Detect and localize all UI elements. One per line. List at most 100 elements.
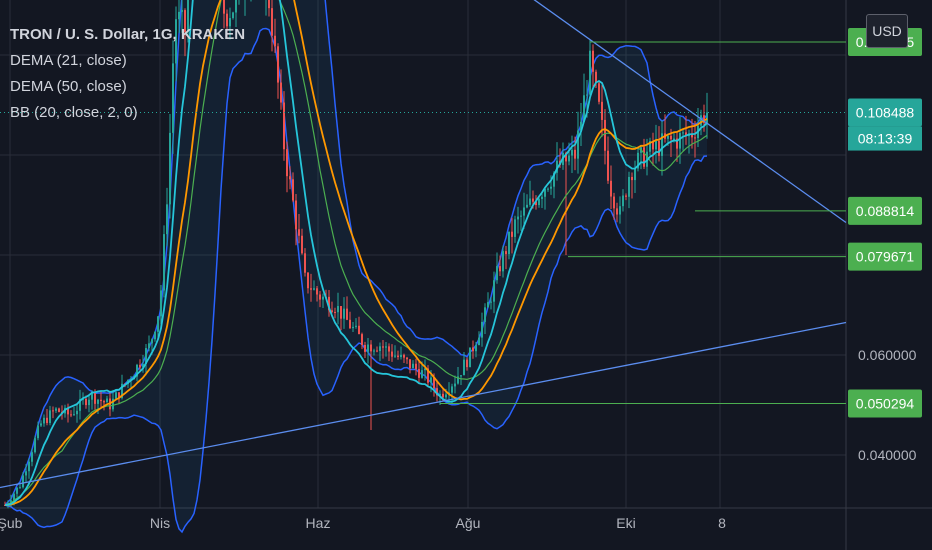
indicator-dema21[interactable]: DEMA (21, close)	[10, 48, 245, 74]
candle-body	[547, 188, 549, 190]
candle-body	[277, 46, 279, 83]
candle-body	[169, 132, 171, 205]
candle-body	[40, 423, 42, 426]
candle-body	[610, 180, 612, 197]
candle-body	[304, 253, 306, 273]
currency-button[interactable]: USD	[866, 14, 908, 48]
candle-body	[514, 219, 516, 237]
candle-body	[589, 50, 591, 95]
candle-body	[490, 301, 492, 303]
candle-body	[655, 140, 657, 150]
candle-body	[634, 168, 636, 181]
candle-body	[496, 266, 498, 281]
candle-body	[388, 346, 390, 352]
price-axis-tick: 0.040000	[858, 447, 917, 463]
time-axis-tick: Eki	[616, 515, 635, 531]
candle-body	[493, 280, 495, 302]
candle-body	[358, 325, 360, 335]
candle-body	[511, 231, 513, 237]
candle-body	[463, 359, 465, 376]
candle-body	[526, 204, 528, 208]
candle-body	[25, 471, 27, 476]
time-axis-tick: Ağu	[456, 515, 481, 531]
candle-body	[613, 196, 615, 209]
candle-body	[352, 326, 354, 329]
candle-body	[574, 149, 576, 159]
candle-body	[619, 206, 621, 215]
candle-body	[385, 346, 387, 348]
candle-body	[541, 196, 543, 199]
chart-legend: TRON / U. S. Dollar, 1G, KRAKEN DEMA (21…	[10, 22, 245, 126]
indicator-dema50[interactable]: DEMA (50, close)	[10, 74, 245, 100]
candle-body	[679, 132, 681, 149]
candle-body	[571, 149, 573, 156]
candle-body	[499, 266, 501, 272]
candle-body	[103, 401, 105, 403]
candle-body	[268, 0, 270, 9]
candle-body	[379, 346, 381, 352]
candle-body	[55, 408, 57, 411]
candle-body	[316, 288, 318, 295]
indicator-bb[interactable]: BB (20, close, 2, 0)	[10, 100, 245, 126]
candle-body	[115, 392, 117, 399]
candle-body	[163, 234, 165, 291]
candle-body	[442, 393, 444, 398]
candle-body	[85, 398, 87, 406]
candle-body	[430, 377, 432, 383]
candle-body	[586, 94, 588, 96]
candle-body	[700, 115, 702, 126]
candle-body	[337, 306, 339, 313]
candle-body	[538, 198, 540, 206]
candle-body	[46, 417, 48, 423]
price-label-text: 0.050294	[856, 396, 915, 412]
candle-body	[460, 375, 462, 377]
candle-body	[70, 414, 72, 416]
candle-body	[376, 350, 378, 352]
candle-body	[616, 208, 618, 215]
candle-body	[58, 408, 60, 412]
candle-body	[97, 399, 99, 404]
candle-body	[367, 344, 369, 352]
candle-body	[100, 399, 102, 402]
candle-body	[16, 487, 18, 494]
candle-body	[361, 334, 363, 345]
candle-body	[601, 101, 603, 120]
candle-body	[397, 355, 399, 358]
candle-body	[283, 102, 285, 150]
candle-body	[418, 369, 420, 378]
candle-body	[481, 321, 483, 338]
candle-body	[349, 319, 351, 329]
candle-body	[466, 359, 468, 368]
time-axis-tick: Haz	[306, 515, 331, 531]
candle-body	[49, 410, 51, 423]
candle-body	[550, 186, 552, 189]
candle-body	[301, 235, 303, 254]
candle-body	[658, 140, 660, 156]
candle-body	[412, 363, 414, 369]
candle-body	[445, 394, 447, 398]
candle-body	[421, 370, 423, 378]
candle-body	[355, 325, 357, 327]
candle-body	[604, 119, 606, 151]
candle-body	[670, 135, 672, 140]
candle-body	[37, 425, 39, 439]
symbol-title[interactable]: TRON / U. S. Dollar, 1G, KRAKEN	[10, 22, 245, 48]
candle-body	[289, 176, 291, 180]
candle-body	[52, 410, 54, 412]
candle-body	[631, 176, 633, 181]
candle-body	[271, 8, 273, 36]
candle-body	[622, 195, 624, 207]
candle-body	[286, 149, 288, 177]
candle-body	[415, 363, 417, 370]
time-axis-tick: Nis	[150, 515, 170, 531]
candle-body	[292, 179, 294, 201]
candle-body	[520, 215, 522, 217]
candle-body	[34, 438, 36, 453]
candle-body	[643, 147, 645, 167]
candle-body	[151, 339, 153, 344]
candle-body	[31, 452, 33, 462]
candle-body	[313, 288, 315, 290]
candle-body	[160, 290, 162, 317]
price-label-text: 0.079671	[856, 249, 915, 265]
price-label-text: 0.108488	[856, 105, 915, 121]
